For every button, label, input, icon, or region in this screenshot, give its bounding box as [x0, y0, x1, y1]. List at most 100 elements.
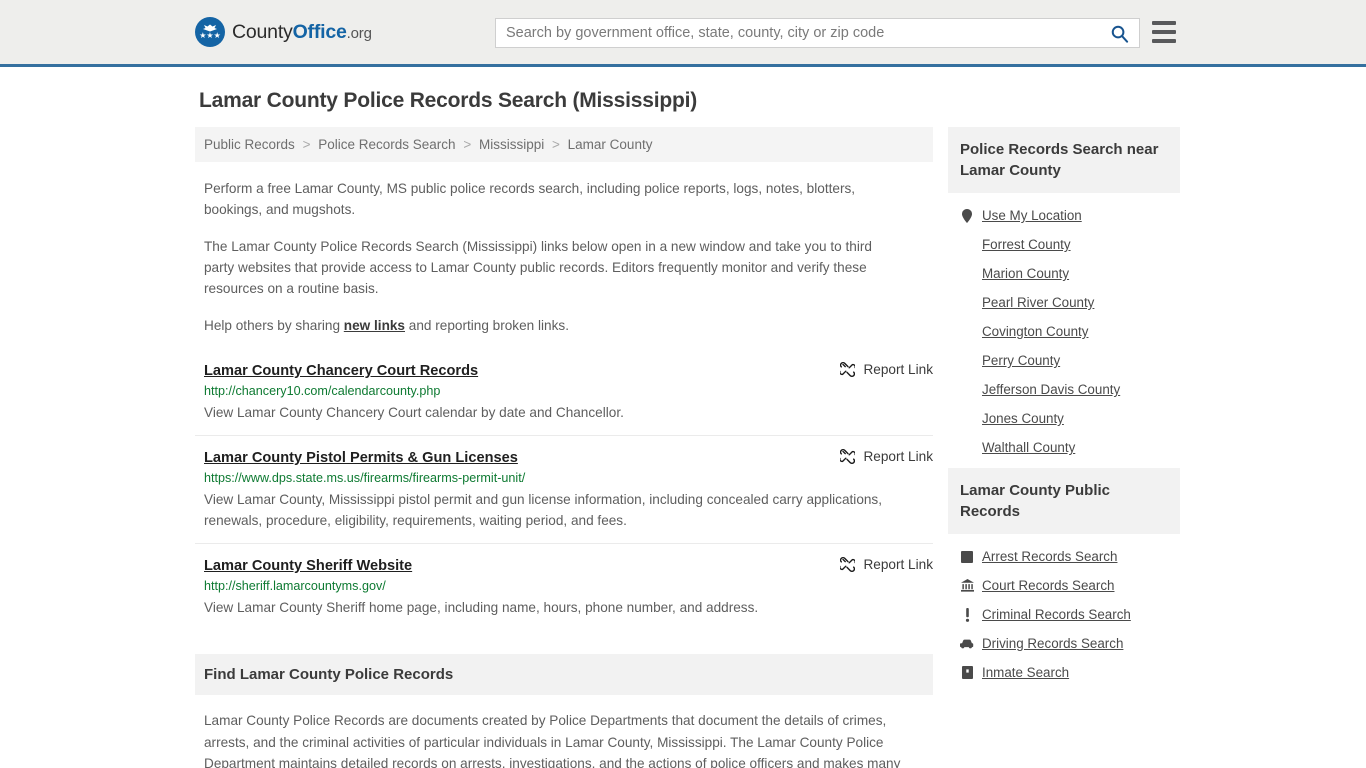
inmate-search-link[interactable]: Inmate Search: [982, 665, 1069, 680]
intro-paragraph-1: Perform a free Lamar County, MS public p…: [204, 181, 856, 217]
driving-records-search-link[interactable]: Driving Records Search: [982, 636, 1123, 651]
main-column: Public Records > Police Records Search >…: [195, 127, 933, 768]
search-bar[interactable]: [495, 18, 1140, 48]
result-item: Lamar County Sheriff Website Report Link…: [195, 557, 933, 630]
hamburger-bar: [1152, 21, 1176, 25]
result-title-link[interactable]: Lamar County Pistol Permits & Gun Licens…: [204, 450, 518, 466]
nearby-records-heading: Police Records Search near Lamar County: [948, 127, 1180, 193]
report-link-button[interactable]: Report Link: [840, 362, 933, 377]
list-item[interactable]: Driving Records Search: [948, 629, 1180, 658]
court-records-search-link[interactable]: Court Records Search: [982, 578, 1114, 593]
result-item: Lamar County Chancery Court Records Repo…: [195, 362, 933, 436]
eagle-shield-icon: ★★★: [195, 17, 225, 47]
county-link[interactable]: Jones County: [982, 411, 1064, 426]
intro-paragraph-2: The Lamar County Police Records Search (…: [204, 239, 872, 296]
county-link[interactable]: Jefferson Davis County: [982, 382, 1120, 397]
search-input[interactable]: [496, 19, 1099, 47]
result-title-link[interactable]: Lamar County Chancery Court Records: [204, 363, 478, 379]
courthouse-icon: [960, 579, 974, 592]
result-title-link[interactable]: Lamar County Sheriff Website: [204, 558, 412, 574]
brand-org: .org: [346, 24, 372, 42]
breadcrumb-item-mississippi[interactable]: Mississippi: [479, 137, 544, 152]
list-item[interactable]: Jones County: [948, 404, 1180, 433]
broken-link-icon: [840, 557, 856, 572]
report-link-label: Report Link: [863, 449, 933, 464]
stars-glyph: ★★★: [199, 31, 221, 40]
find-records-paragraph: Lamar County Police Records are document…: [204, 713, 901, 768]
report-link-label: Report Link: [863, 362, 933, 377]
list-item[interactable]: Marion County: [948, 259, 1180, 288]
results-list: Lamar County Chancery Court Records Repo…: [195, 362, 933, 630]
breadcrumb-item-lamar-county[interactable]: Lamar County: [568, 137, 653, 152]
result-description: View Lamar County, Mississippi pistol pe…: [204, 492, 883, 528]
county-link[interactable]: Walthall County: [982, 440, 1075, 455]
public-records-heading: Lamar County Public Records: [948, 468, 1180, 534]
page-title: Lamar County Police Records Search (Miss…: [199, 89, 698, 112]
result-url: http://sheriff.lamarcountyms.gov/: [204, 579, 386, 593]
result-description: View Lamar County Chancery Court calenda…: [204, 405, 624, 420]
result-description: View Lamar County Sheriff home page, inc…: [204, 600, 759, 615]
find-records-body: Lamar County Police Records are document…: [195, 710, 933, 768]
breadcrumb-item-public-records[interactable]: Public Records: [204, 137, 295, 152]
list-item[interactable]: Forrest County: [948, 230, 1180, 259]
brand-wordmark: CountyOffice.org: [232, 21, 372, 44]
list-item[interactable]: Perry County: [948, 346, 1180, 375]
criminal-records-search-link[interactable]: Criminal Records Search: [982, 607, 1131, 622]
county-link[interactable]: Covington County: [982, 324, 1088, 339]
list-item[interactable]: Jefferson Davis County: [948, 375, 1180, 404]
brand-county: County: [232, 20, 293, 43]
map-pin-icon: [960, 208, 974, 223]
exclamation-icon: [960, 607, 974, 622]
brand-office: Office: [292, 20, 347, 43]
find-records-heading: Find Lamar County Police Records: [195, 654, 933, 695]
hamburger-bar: [1152, 30, 1176, 34]
list-item[interactable]: Use My Location: [948, 201, 1180, 230]
breadcrumb-separator: >: [463, 137, 472, 152]
site-header: ★★★ CountyOffice.org: [0, 0, 1366, 67]
county-link[interactable]: Forrest County: [982, 237, 1071, 252]
list-item[interactable]: Arrest Records Search: [948, 542, 1180, 571]
book-icon: [960, 550, 974, 563]
search-icon: [1111, 25, 1128, 43]
breadcrumb: Public Records > Police Records Search >…: [195, 127, 933, 162]
hamburger-menu-icon[interactable]: [1152, 21, 1176, 43]
list-item[interactable]: Pearl River County: [948, 288, 1180, 317]
list-item[interactable]: Inmate Search: [948, 658, 1180, 687]
jail-icon: [960, 666, 974, 679]
list-item[interactable]: Covington County: [948, 317, 1180, 346]
intro-paragraph-3: Help others by sharing new links and rep…: [204, 315, 904, 336]
sidebar: Police Records Search near Lamar County …: [948, 127, 1180, 693]
result-url: https://www.dps.state.ms.us/firearms/fir…: [204, 471, 526, 485]
county-link[interactable]: Marion County: [982, 266, 1069, 281]
breadcrumb-item-police-records-search[interactable]: Police Records Search: [318, 137, 455, 152]
new-links-link[interactable]: new links: [344, 318, 405, 333]
broken-link-icon: [840, 449, 856, 464]
report-link-button[interactable]: Report Link: [840, 449, 933, 464]
report-link-button[interactable]: Report Link: [840, 557, 933, 572]
broken-link-icon: [840, 362, 856, 377]
nearby-records-list: Use My Location Forrest County Marion Co…: [948, 193, 1180, 462]
list-item[interactable]: Walthall County: [948, 433, 1180, 462]
public-records-box: Lamar County Public Records Arrest Recor…: [948, 468, 1180, 687]
result-item: Lamar County Pistol Permits & Gun Licens…: [195, 449, 933, 544]
public-records-list: Arrest Records Search Court Records Sear…: [948, 534, 1180, 687]
list-item[interactable]: Court Records Search: [948, 571, 1180, 600]
result-url: http://chancery10.com/calendarcounty.php: [204, 384, 441, 398]
page-container: Lamar County Police Records Search (Miss…: [193, 89, 1180, 768]
county-link[interactable]: Pearl River County: [982, 295, 1094, 310]
breadcrumb-separator: >: [302, 137, 311, 152]
site-logo[interactable]: ★★★ CountyOffice.org: [195, 17, 372, 47]
list-item[interactable]: Criminal Records Search: [948, 600, 1180, 629]
content-columns: Public Records > Police Records Search >…: [195, 127, 1180, 768]
car-icon: [960, 639, 974, 649]
arrest-records-search-link[interactable]: Arrest Records Search: [982, 549, 1117, 564]
find-records-section: Find Lamar County Police Records Lamar C…: [195, 654, 933, 768]
use-my-location-link[interactable]: Use My Location: [982, 208, 1082, 223]
intro-text: Perform a free Lamar County, MS public p…: [195, 178, 933, 336]
intro-p3-after: and reporting broken links.: [405, 318, 569, 333]
hamburger-bar: [1152, 39, 1176, 43]
search-button[interactable]: [1099, 19, 1139, 47]
county-link[interactable]: Perry County: [982, 353, 1060, 368]
breadcrumb-separator: >: [552, 137, 560, 152]
intro-p3-before: Help others by sharing: [204, 318, 344, 333]
